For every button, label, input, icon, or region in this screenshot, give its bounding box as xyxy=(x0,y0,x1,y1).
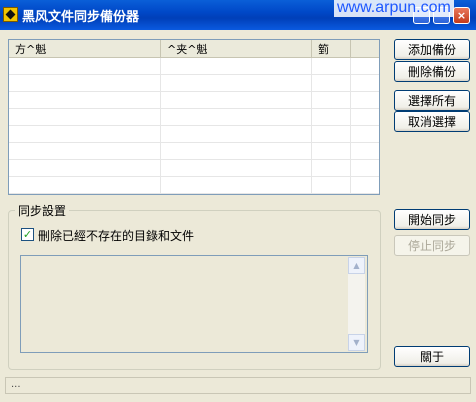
start-sync-button[interactable]: 開始同步 xyxy=(394,209,470,230)
column-header-target[interactable]: ^夹^魁 xyxy=(161,40,312,57)
list-header: 方^魁 ^夹^魁 箌 xyxy=(9,40,379,58)
column-divider xyxy=(311,58,312,194)
column-divider xyxy=(350,58,351,194)
close-button[interactable]: × xyxy=(453,7,470,24)
status-bar: ... xyxy=(5,377,471,394)
window-title: 黑风文件同步備份器 xyxy=(22,10,140,25)
app-icon[interactable] xyxy=(3,7,18,22)
stop-sync-button[interactable]: 停止同步 xyxy=(394,235,470,256)
column-header-source[interactable]: 方^魁 xyxy=(9,40,161,57)
delete-missing-label[interactable]: 刪除已經不存在的目錄和文件 xyxy=(38,227,194,244)
backup-list[interactable]: 方^魁 ^夹^魁 箌 xyxy=(8,39,380,195)
add-backup-button[interactable]: 添加備份 xyxy=(394,39,470,60)
remove-backup-button[interactable]: 刪除備份 xyxy=(394,61,470,82)
group-title: 同步設置 xyxy=(15,202,70,219)
list-body[interactable] xyxy=(9,58,379,194)
log-textarea[interactable] xyxy=(20,255,368,353)
deselect-button[interactable]: 取消選擇 xyxy=(394,111,470,132)
delete-missing-checkbox[interactable]: ✓ xyxy=(21,228,34,241)
column-divider xyxy=(160,58,161,194)
scroll-down-icon[interactable]: ▼ xyxy=(348,334,365,351)
select-all-button[interactable]: 選擇所有 xyxy=(394,90,470,111)
watermark-text: www.arpun.com xyxy=(334,0,454,17)
column-header-third[interactable]: 箌 xyxy=(312,40,351,57)
scroll-up-icon[interactable]: ▲ xyxy=(348,257,365,274)
about-button[interactable]: 關于 xyxy=(394,346,470,367)
column-header-extra[interactable] xyxy=(351,40,379,57)
